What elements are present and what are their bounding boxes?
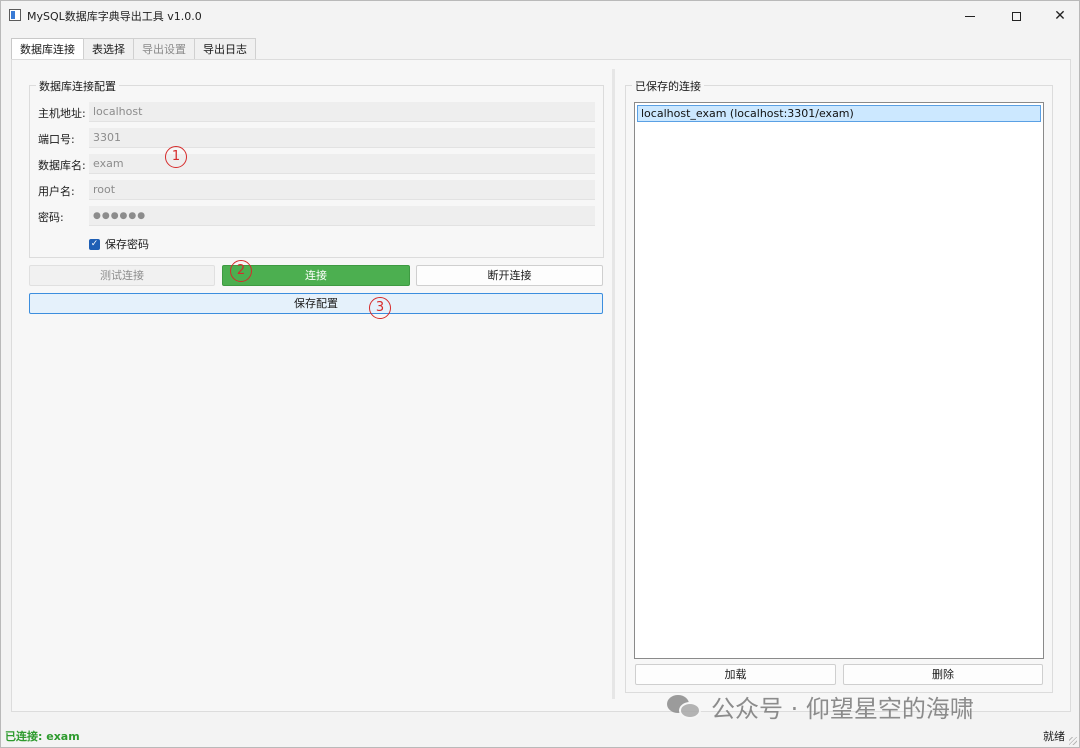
maximize-icon bbox=[1011, 11, 1021, 21]
tab-content-panel: 数据库连接配置 主机地址: localhost 端口号: 3301 数据库名: … bbox=[11, 59, 1071, 712]
annotation-2: 2 bbox=[230, 260, 252, 282]
user-row: 用户名: root bbox=[38, 180, 598, 200]
close-button[interactable]: ✕ bbox=[1037, 1, 1079, 31]
database-row: 数据库名: exam bbox=[38, 154, 598, 174]
app-window: MySQL数据库字典导出工具 v1.0.0 ✕ 数据库连接 表选择 导出设置 导… bbox=[0, 0, 1080, 748]
load-button[interactable]: 加载 bbox=[635, 664, 836, 685]
save-config-button[interactable]: 保存配置 bbox=[29, 293, 603, 314]
checkmark-icon[interactable]: ✓ bbox=[89, 238, 100, 250]
save-password-row[interactable]: ✓ 保存密码 bbox=[89, 236, 149, 252]
watermark: 公众号 · 仰望星空的海啸 bbox=[667, 689, 974, 724]
annotation-1: 1 bbox=[165, 146, 187, 168]
saved-connections-list[interactable]: localhost_exam (localhost:3301/exam) bbox=[634, 102, 1044, 659]
saved-connections-group: 已保存的连接 localhost_exam (localhost:3301/ex… bbox=[625, 78, 1053, 693]
window-title: MySQL数据库字典导出工具 v1.0.0 bbox=[27, 10, 202, 23]
resize-grip-icon[interactable] bbox=[1069, 737, 1077, 745]
delete-button[interactable]: 删除 bbox=[843, 664, 1043, 685]
host-input[interactable]: localhost bbox=[89, 102, 595, 122]
minimize-icon bbox=[965, 15, 975, 17]
app-icon bbox=[9, 9, 21, 21]
tab-table-selection[interactable]: 表选择 bbox=[83, 38, 134, 60]
watermark-text: 公众号 · 仰望星空的海啸 bbox=[711, 695, 974, 723]
database-label: 数据库名: bbox=[38, 159, 86, 172]
ready-status: 就绪 bbox=[1043, 730, 1065, 743]
list-item[interactable]: localhost_exam (localhost:3301/exam) bbox=[637, 105, 1041, 122]
connection-config-title: 数据库连接配置 bbox=[36, 78, 119, 94]
tab-export-settings: 导出设置 bbox=[133, 38, 195, 60]
port-label: 端口号: bbox=[38, 133, 75, 146]
disconnect-button[interactable]: 断开连接 bbox=[416, 265, 603, 286]
splitter-handle[interactable] bbox=[612, 69, 615, 699]
connection-config-group: 数据库连接配置 主机地址: localhost 端口号: 3301 数据库名: … bbox=[29, 78, 604, 258]
minimize-button[interactable] bbox=[947, 1, 993, 31]
title-bar: MySQL数据库字典导出工具 v1.0.0 ✕ bbox=[1, 1, 1079, 31]
save-password-label: 保存密码 bbox=[105, 238, 149, 251]
password-row: 密码: ●●●●●● bbox=[38, 206, 598, 226]
port-input[interactable]: 3301 bbox=[89, 128, 595, 148]
port-row: 端口号: 3301 bbox=[38, 128, 598, 148]
connection-status: 已连接: exam bbox=[5, 730, 80, 743]
test-connection-button: 测试连接 bbox=[29, 265, 215, 286]
tab-export-log[interactable]: 导出日志 bbox=[194, 38, 256, 60]
wechat-icon bbox=[667, 693, 703, 721]
password-input[interactable]: ●●●●●● bbox=[89, 206, 595, 226]
maximize-button[interactable] bbox=[993, 1, 1039, 31]
close-icon: ✕ bbox=[1054, 8, 1066, 24]
host-label: 主机地址: bbox=[38, 107, 86, 120]
host-row: 主机地址: localhost bbox=[38, 102, 598, 122]
annotation-3: 3 bbox=[369, 297, 391, 319]
password-label: 密码: bbox=[38, 211, 64, 224]
saved-connections-title: 已保存的连接 bbox=[632, 78, 704, 94]
user-label: 用户名: bbox=[38, 185, 75, 198]
tab-database-connection[interactable]: 数据库连接 bbox=[11, 38, 84, 61]
tab-bar: 数据库连接 表选择 导出设置 导出日志 bbox=[11, 38, 256, 61]
user-input[interactable]: root bbox=[89, 180, 595, 200]
status-bar: 已连接: exam 就绪 bbox=[1, 723, 1079, 747]
